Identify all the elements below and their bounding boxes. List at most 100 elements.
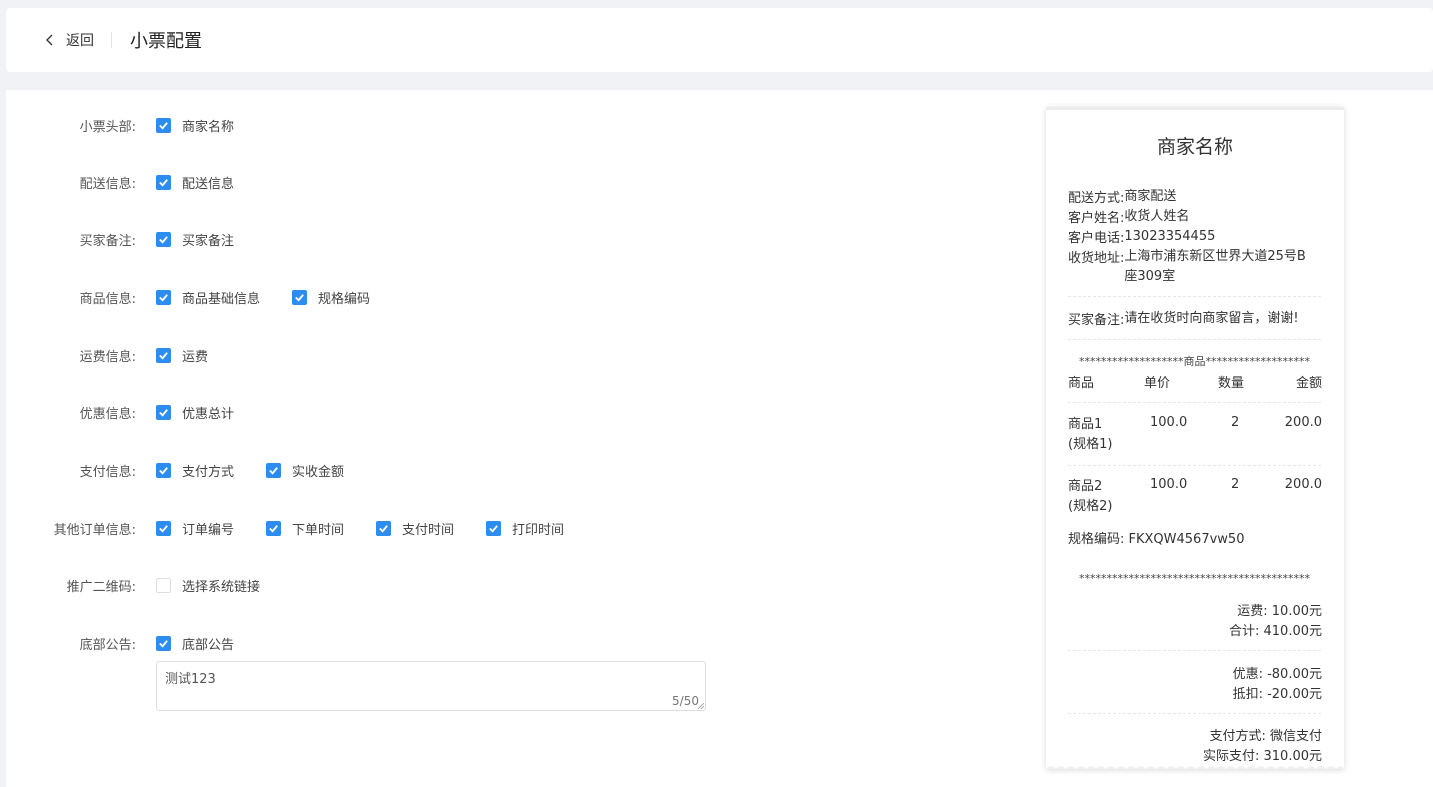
checkbox-pay-method[interactable]: 支付方式	[156, 461, 234, 480]
col-qty: 数量	[1218, 376, 1245, 391]
row-delivery: 配送信息: 配送信息	[6, 172, 266, 192]
checkbox-delivery-info[interactable]: 配送信息	[156, 173, 234, 192]
row-label: 运费信息:	[79, 349, 136, 365]
checkbox-print-time[interactable]: 打印时间	[486, 519, 564, 538]
header-divider	[111, 32, 112, 48]
checkbox-label: 实收金额	[292, 464, 345, 480]
item-amount: 200.0	[1284, 415, 1322, 430]
back-button[interactable]: 返回	[44, 30, 94, 50]
receipt-divider	[1068, 713, 1321, 714]
row-label: 小票头部:	[79, 119, 136, 135]
checkbox-checked-icon	[156, 635, 171, 651]
checkbox-label: 支付方式	[182, 464, 235, 480]
checkbox-label: 运费	[182, 349, 209, 365]
row-label: 优惠信息:	[79, 406, 136, 422]
checkbox-system-link[interactable]: 选择系统链接	[156, 576, 260, 595]
checkbox-checked-icon	[292, 289, 308, 305]
receipt-preview: 商家名称 配送方式: 商家配送 客户姓名: 收货人姓名 客户电话: 130233…	[1046, 107, 1344, 769]
row-freight: 运费信息: 运费	[6, 345, 240, 365]
pay-method-line: 支付方式: 微信支付	[1209, 729, 1322, 744]
row-label: 商品信息:	[79, 291, 136, 307]
receipt-divider	[1068, 650, 1321, 651]
row-discount: 优惠信息: 优惠总计	[6, 402, 266, 422]
receipt-key: 收货地址:	[1068, 251, 1125, 266]
checkbox-checked-icon	[156, 404, 171, 420]
checkbox-pay-time[interactable]: 支付时间	[376, 519, 454, 538]
row-qrcode: 推广二维码: 选择系统链接	[6, 575, 292, 595]
resize-handle-icon[interactable]	[698, 703, 704, 709]
notice-textarea[interactable]: 测试123 5/50	[156, 661, 706, 711]
checkbox-checked-icon	[156, 117, 171, 133]
item-price: 100.0	[1150, 415, 1188, 430]
checkbox-label: 配送信息	[182, 176, 235, 192]
receipt-title: 商家名称	[1156, 136, 1233, 158]
receipt-divider	[1068, 296, 1321, 297]
checkbox-buyer-note[interactable]: 买家备注	[156, 230, 234, 249]
checkbox-unchecked-icon	[156, 577, 171, 593]
checkbox-freight[interactable]: 运费	[156, 346, 208, 365]
receipt-value: 商家配送	[1124, 189, 1177, 204]
row-buyer-note: 买家备注: 买家备注	[6, 229, 266, 249]
checkbox-checked-icon	[156, 289, 171, 305]
receipt-divider	[1068, 465, 1321, 466]
checkbox-footer-notice[interactable]: 底部公告	[156, 634, 234, 653]
item-qty: 2	[1231, 415, 1240, 430]
char-counter: 5/50	[672, 694, 699, 708]
receipt-value: 13023354455	[1124, 229, 1216, 244]
receipt-buyer-note: 买家备注: 请在收货时向商家留言，谢谢!	[1068, 309, 1314, 329]
receipt-key: 客户姓名:	[1068, 211, 1125, 226]
checkbox-checked-icon	[486, 520, 502, 536]
receipt-divider	[1068, 402, 1321, 403]
notice-text: 测试123	[165, 672, 216, 687]
actual-pay-line: 实际支付: 310.00元	[1203, 749, 1322, 764]
goods-divider: *******************商品*******************	[1079, 355, 1310, 368]
checkbox-label: 下单时间	[292, 522, 345, 538]
row-label: 推广二维码:	[66, 579, 136, 595]
row-footer-notice: 底部公告: 底部公告	[6, 633, 266, 653]
chevron-left-icon	[44, 34, 56, 46]
row-other-order: 其他订单信息: 订单编号 下单时间 支付时间 打印时间	[6, 518, 596, 538]
receipt-customer-phone: 客户电话: 13023354455	[1068, 227, 1314, 247]
checkbox-label: 支付时间	[402, 522, 455, 538]
checkbox-goods-basic[interactable]: 商品基础信息	[156, 288, 260, 307]
receipt-value: 收货人姓名	[1124, 209, 1190, 224]
row-header: 小票头部: 商家名称	[6, 115, 266, 135]
checkbox-discount-total[interactable]: 优惠总计	[156, 403, 234, 422]
row-goods: 商品信息: 商品基础信息 规格编码	[6, 287, 402, 307]
row-payment: 支付信息: 支付方式 实收金额	[6, 460, 376, 480]
checkbox-order-time[interactable]: 下单时间	[266, 519, 344, 538]
receipt-customer-name: 客户姓名: 收货人姓名	[1068, 207, 1314, 227]
checkbox-checked-icon	[156, 231, 171, 247]
receipt-key: 买家备注:	[1068, 313, 1125, 328]
total-line: 合计: 410.00元	[1229, 624, 1322, 639]
spec-code: 规格编码: FKXQW4567vw50	[1068, 532, 1245, 547]
end-divider: ****************************************…	[1079, 572, 1310, 585]
col-price: 单价	[1144, 376, 1171, 391]
checkbox-checked-icon	[266, 462, 282, 478]
checkbox-checked-icon	[156, 347, 171, 363]
row-label: 其他订单信息:	[53, 522, 136, 538]
checkbox-label: 打印时间	[512, 522, 565, 538]
deduct-line: 抵扣: -20.00元	[1232, 687, 1322, 702]
checkbox-checked-icon	[266, 520, 282, 536]
checkbox-merchant-name[interactable]: 商家名称	[156, 116, 234, 135]
item-name: 商品2 (规格2)	[1068, 479, 1113, 514]
checkbox-label: 商家名称	[182, 119, 235, 135]
col-goods: 商品	[1068, 376, 1095, 391]
item-name: 商品1 (规格1)	[1068, 417, 1113, 452]
checkbox-checked-icon	[156, 174, 171, 190]
item-qty: 2	[1231, 477, 1240, 492]
freight-line: 运费: 10.00元	[1237, 604, 1322, 619]
checkbox-checked-icon	[376, 520, 392, 536]
checkbox-label: 优惠总计	[182, 406, 235, 422]
row-label: 买家备注:	[79, 233, 136, 249]
checkbox-label: 底部公告	[182, 637, 235, 653]
checkbox-order-number[interactable]: 订单编号	[156, 519, 234, 538]
checkbox-spec-code[interactable]: 规格编码	[292, 288, 370, 307]
row-label: 底部公告:	[79, 637, 136, 653]
col-amount: 金额	[1295, 376, 1322, 391]
checkbox-actual-amount[interactable]: 实收金额	[266, 461, 344, 480]
receipt-delivery-method: 配送方式: 商家配送	[1068, 187, 1314, 207]
row-label: 支付信息:	[79, 464, 136, 480]
receipt-key: 客户电话:	[1068, 231, 1125, 246]
